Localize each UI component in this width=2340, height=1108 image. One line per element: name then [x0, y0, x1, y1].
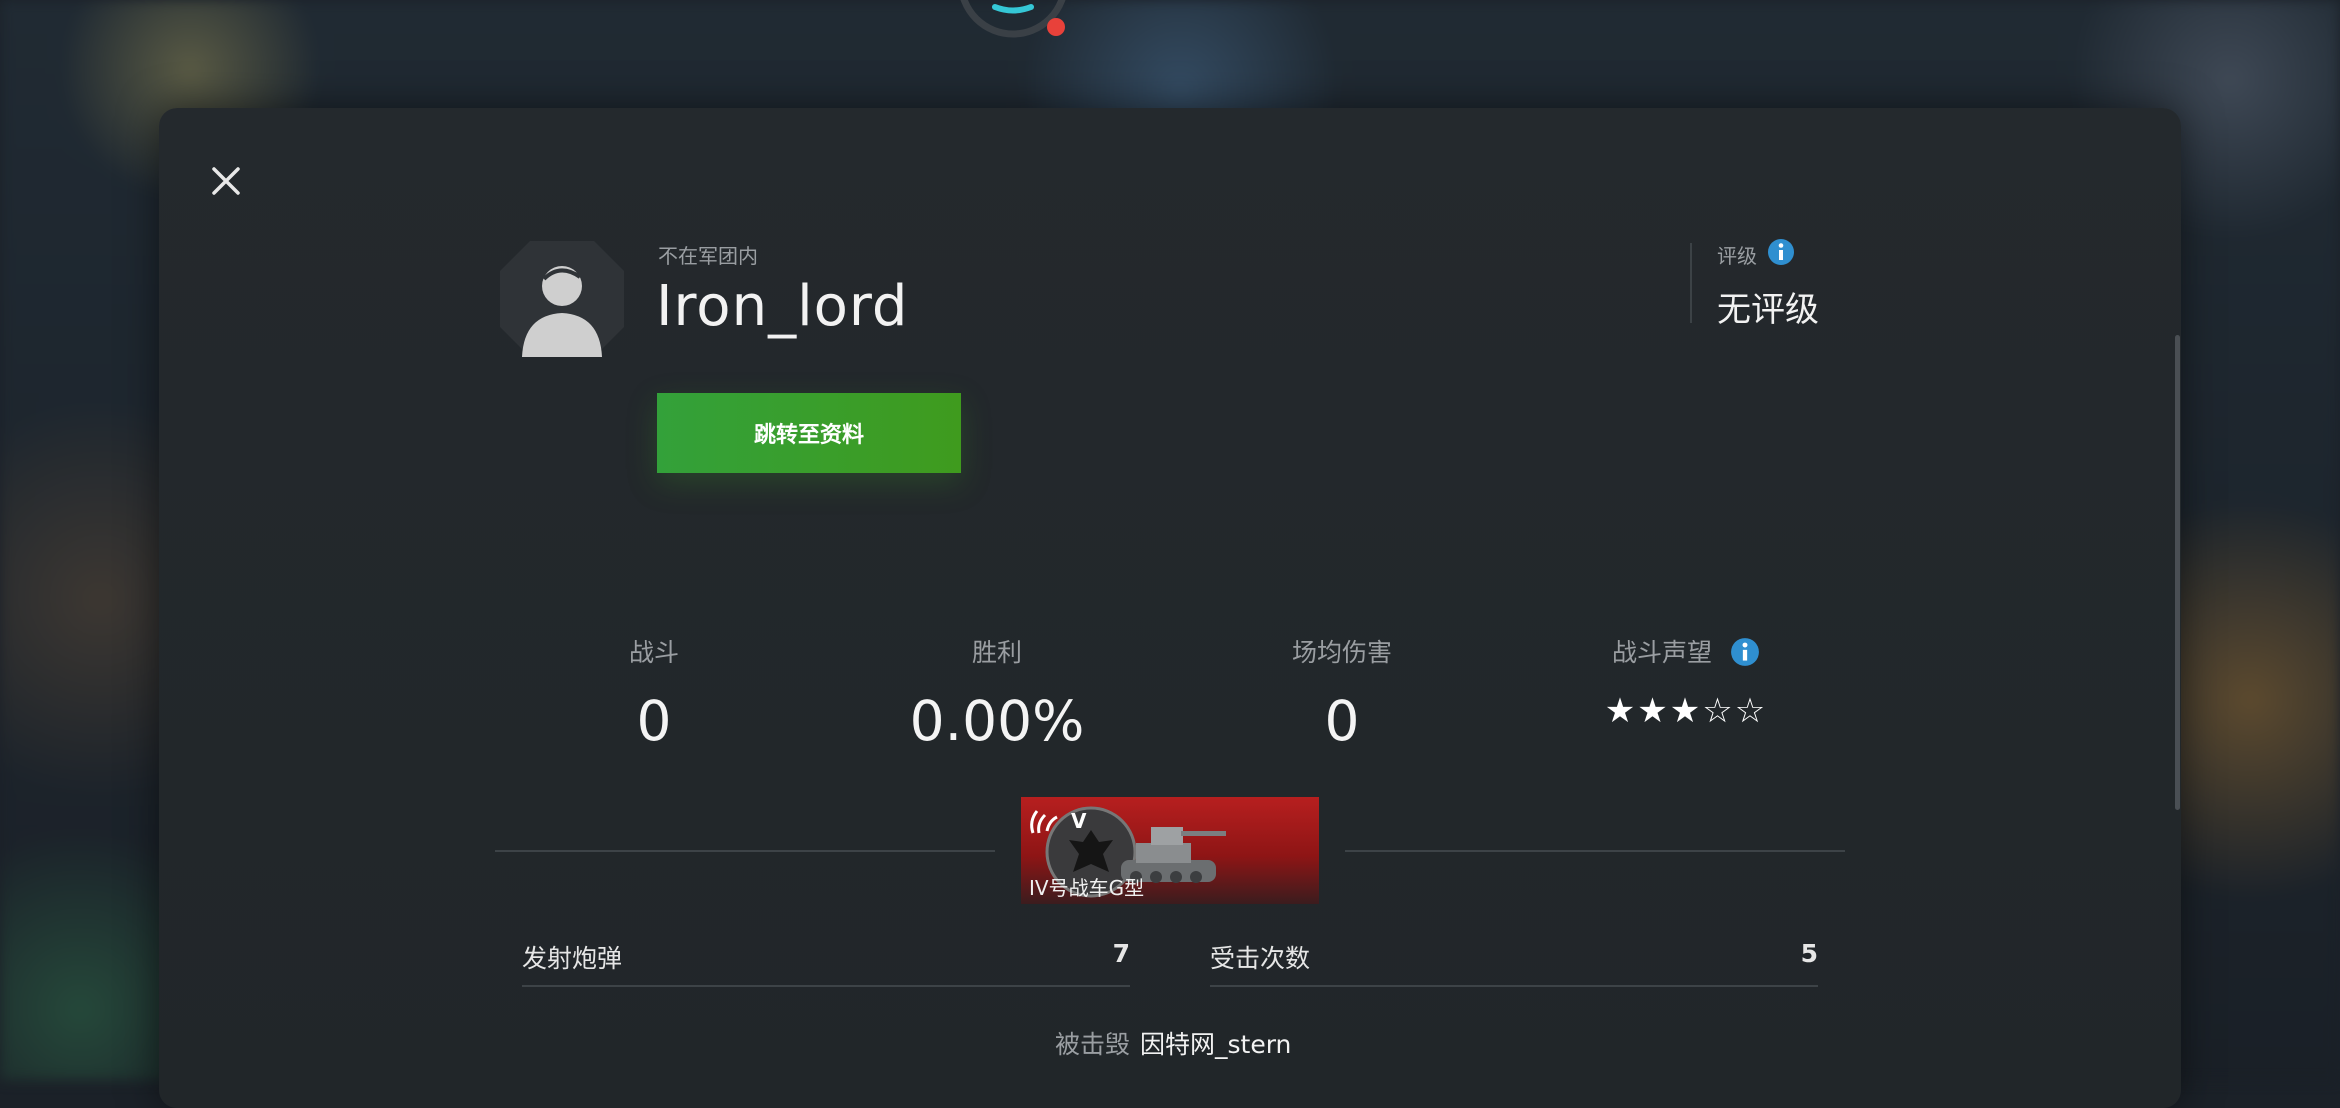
vehicle-tier: V [1071, 809, 1087, 833]
info-icon[interactable] [1767, 238, 1795, 266]
info-icon[interactable] [1730, 637, 1760, 667]
stat-value: 0 [636, 689, 672, 753]
reputation-stars: ★★★☆☆ [1604, 691, 1768, 731]
rating-divider [1690, 243, 1692, 323]
vehicle-name: IV号战车G型 [1029, 876, 1145, 900]
shots-fired-label: 发射炮弹 [522, 944, 623, 973]
player-info-modal [159, 108, 2181, 1108]
close-button[interactable] [200, 155, 252, 207]
scrollbar[interactable] [2175, 335, 2180, 810]
clan-status: 不在军团内 [658, 244, 758, 268]
stat-wins: 胜利 0.00% [847, 633, 1147, 753]
divider-left [495, 850, 995, 852]
shots-fired-value: 7 [1112, 939, 1130, 968]
stat-battle-reputation: 战斗声望 ★★★☆☆ [1536, 633, 1836, 731]
times-hit-label: 受击次数 [1210, 944, 1311, 973]
row-divider [1210, 985, 1818, 987]
stat-value: 0 [1324, 689, 1360, 753]
stat-value: 0.00% [909, 689, 1085, 753]
stat-label: 胜利 [971, 638, 1022, 667]
destroyed-label: 被击毁 [1055, 1030, 1131, 1059]
stat-label: 战斗 [628, 638, 679, 667]
destroyed-by-player[interactable]: 因特网_stern [1140, 1025, 1291, 1061]
row-divider [522, 985, 1130, 987]
stat-label: 场均伤害 [1291, 638, 1392, 667]
stat-avg-damage: 场均伤害 0 [1192, 633, 1492, 753]
goto-profile-button[interactable]: 跳转至资料 [657, 393, 961, 473]
stat-battles: 战斗 0 [504, 633, 804, 753]
vehicle-card: V IV号战车G型 [1021, 797, 1319, 904]
rating-label: 评级 [1717, 244, 1757, 268]
default-avatar-icon [500, 241, 624, 357]
stat-label-text: 战斗声望 [1612, 638, 1713, 667]
divider-right [1345, 850, 1845, 852]
times-hit-value: 5 [1800, 939, 1818, 968]
stat-label: 战斗声望 [1536, 633, 1836, 669]
rating-value: 无评级 [1717, 290, 1819, 330]
close-icon [212, 167, 240, 195]
top-status-gauge-icon [960, 0, 1066, 38]
tier-laurel-icon [1030, 810, 1058, 834]
player-name: Iron_lord [656, 274, 909, 339]
